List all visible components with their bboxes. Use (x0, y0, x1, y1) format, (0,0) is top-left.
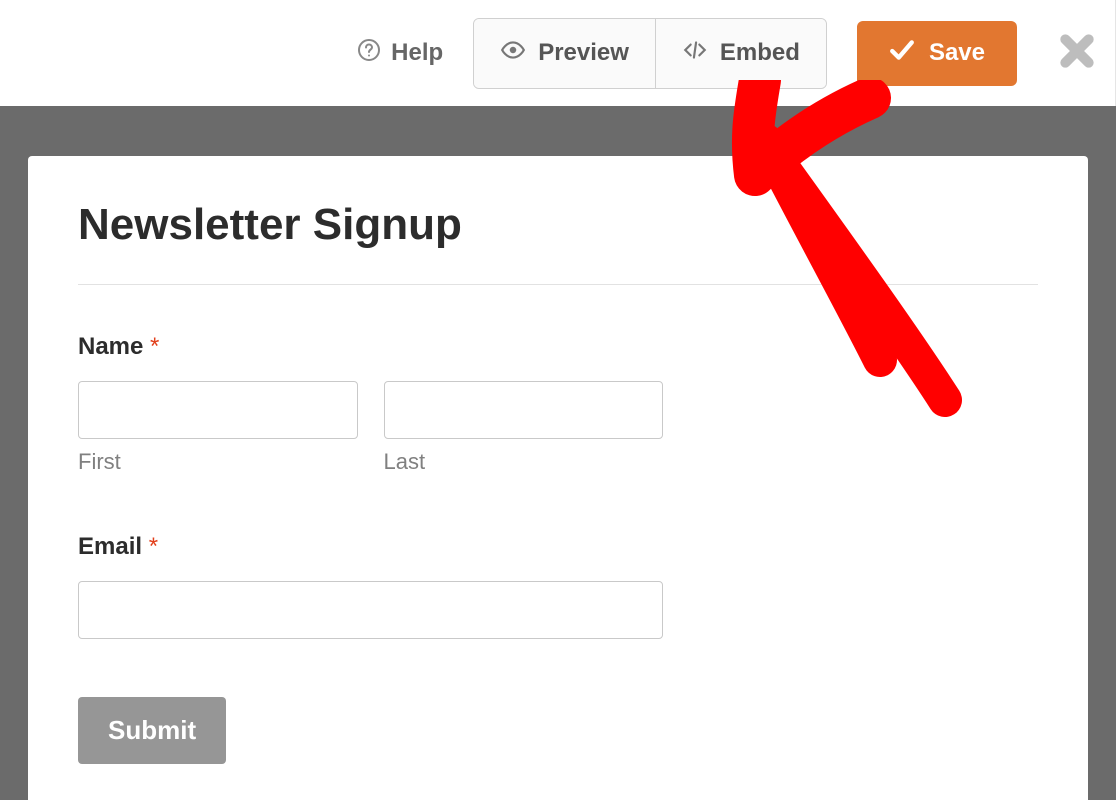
required-marker: * (149, 533, 158, 560)
last-name-input[interactable] (384, 381, 664, 439)
last-sublabel: Last (384, 449, 664, 475)
name-label: Name * (78, 333, 1038, 361)
close-button[interactable] (1057, 31, 1097, 76)
required-marker: * (150, 333, 159, 360)
save-label: Save (929, 39, 985, 67)
form-title: Newsletter Signup (78, 200, 1038, 250)
email-label: Email * (78, 533, 1038, 561)
help-label: Help (391, 39, 443, 67)
embed-button[interactable]: Embed (655, 19, 826, 88)
save-button[interactable]: Save (857, 21, 1017, 86)
embed-label: Embed (720, 39, 800, 67)
help-icon (357, 38, 381, 69)
email-input[interactable] (78, 581, 663, 639)
form-divider (78, 284, 1038, 285)
check-icon (889, 39, 915, 68)
preview-button[interactable]: Preview (474, 19, 655, 88)
preview-embed-group: Preview Embed (473, 18, 827, 89)
code-icon (682, 37, 708, 70)
editor-toolbar: Help Preview Embed (0, 0, 1116, 106)
preview-label: Preview (538, 39, 629, 67)
form-panel: Newsletter Signup Name * First Last (28, 156, 1088, 800)
first-sublabel: First (78, 449, 358, 475)
help-link[interactable]: Help (357, 38, 443, 69)
first-name-input[interactable] (78, 381, 358, 439)
eye-icon (500, 37, 526, 70)
email-field: Email * (78, 533, 1038, 639)
close-icon (1057, 58, 1097, 75)
submit-button[interactable]: Submit (78, 697, 226, 764)
name-field: Name * First Last (78, 333, 1038, 475)
form-canvas: Newsletter Signup Name * First Last (0, 106, 1116, 800)
